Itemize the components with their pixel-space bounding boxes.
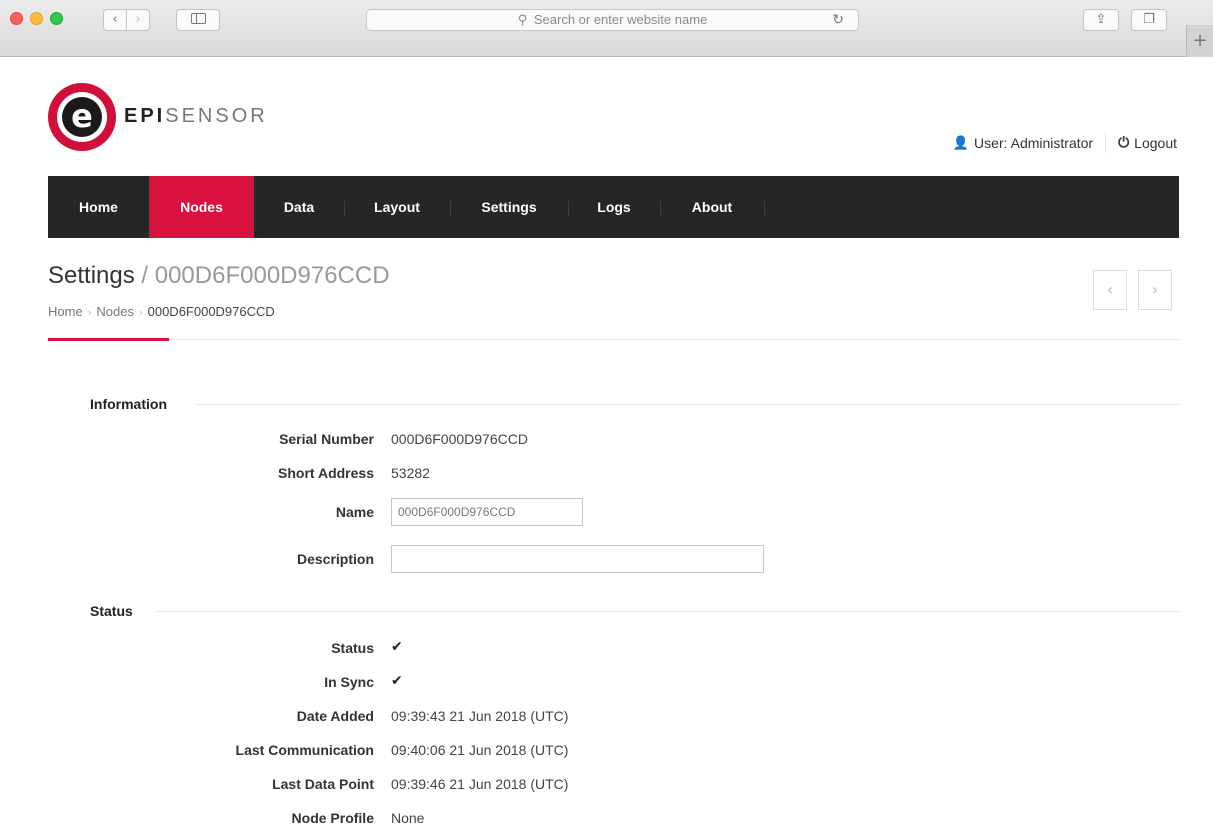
show-tabs-button[interactable]: ❐ [1131,9,1167,31]
address-bar[interactable]: ⚲ Search or enter website name ↻ [366,9,859,31]
breadcrumb: Home › Nodes › 000D6F000D976CCD [48,304,275,319]
user-label[interactable]: User: Administrator [974,135,1093,151]
name-label: Name [335,504,374,520]
title-divider [48,339,1179,340]
nav-item-home[interactable]: Home [48,176,149,238]
information-divider [196,404,1179,405]
nav-item-data[interactable]: Data [254,176,344,238]
status-heading: Status [90,603,133,619]
nav-item-settings[interactable]: Settings [450,176,568,238]
logout-link[interactable]: Logout [1134,135,1177,151]
node-profile-value: None [391,810,425,826]
chevron-left-icon: ‹ [1106,280,1114,299]
web-page: e EPISENSOR 👤 User: Administrator ⏻ Logo… [0,57,1213,839]
information-heading: Information [90,396,167,412]
user-bar: 👤 User: Administrator ⏻ Logout [953,133,1177,153]
show-sidebar-button[interactable] [176,9,220,31]
name-field[interactable] [391,498,583,526]
last-communication-value: 09:40:06 21 Jun 2018 (UTC) [391,742,569,758]
last-communication-label: Last Communication [235,742,374,758]
previous-node-button[interactable]: ‹ [1093,270,1127,310]
last-data-point-value: 09:39:46 21 Jun 2018 (UTC) [391,776,569,792]
user-icon: 👤 [952,135,970,151]
tabs-icon: ❐ [1143,12,1155,27]
next-node-button[interactable]: › [1138,270,1172,310]
nav-item-logs[interactable]: Logs [568,176,660,238]
description-field[interactable] [391,545,764,573]
share-icon: ⇪ [1095,12,1107,27]
main-nav: Home Nodes Data Layout Settings Logs Abo… [48,176,1179,238]
nav-item-layout[interactable]: Layout [344,176,450,238]
date-added-label: Date Added [296,708,374,724]
chevron-right-icon: › [135,12,141,27]
node-profile-label: Node Profile [291,810,374,826]
chevron-right-icon: › [1151,280,1159,299]
serial-number-label: Serial Number [279,431,374,447]
date-added-value: 09:39:43 21 Jun 2018 (UTC) [391,708,569,724]
in-sync-label: In Sync [324,674,374,690]
breadcrumb-current: 000D6F000D976CCD [147,304,275,319]
nav-item-nodes[interactable]: Nodes [149,176,254,238]
check-icon: ✔ [391,639,403,655]
browser-toolbar: ‹ › ⚲ Search or enter website name ↻ ⇪ ❐… [0,0,1213,57]
address-placeholder: Search or enter website name [533,12,708,27]
chevron-right-icon: › [138,307,143,319]
logo-wordmark: EPISENSOR [124,105,268,127]
page-subtitle: 000D6F000D976CCD [154,262,390,289]
status-divider [156,611,1179,612]
sidebar-icon [190,13,206,24]
short-address-label: Short Address [278,465,374,481]
last-data-point-label: Last Data Point [272,776,374,792]
new-tab-button[interactable]: + [1186,25,1213,57]
status-label: Status [331,640,374,656]
reload-icon[interactable]: ↻ [832,10,844,30]
close-window-button[interactable] [10,12,23,25]
search-icon: ⚲ [517,13,528,28]
page-title: Settings / 000D6F000D976CCD [48,262,390,289]
back-button[interactable]: ‹ [103,9,127,31]
title-accent-bar [48,338,169,341]
check-icon: ✔ [391,673,403,689]
breadcrumb-home[interactable]: Home [48,304,83,319]
chevron-right-icon: › [87,307,92,319]
short-address-value: 53282 [391,465,430,481]
logo-mark-icon: e [48,83,116,151]
minimize-window-button[interactable] [30,12,43,25]
nav-item-about[interactable]: About [660,176,764,238]
description-label: Description [296,551,374,567]
breadcrumb-nodes[interactable]: Nodes [96,304,134,319]
serial-number-value: 000D6F000D976CCD [391,431,528,447]
share-button[interactable]: ⇪ [1083,9,1119,31]
forward-button[interactable]: › [126,9,150,31]
chevron-left-icon: ‹ [112,12,118,27]
zoom-window-button[interactable] [50,12,63,25]
power-icon: ⏻ [1118,135,1130,151]
plus-icon: + [1192,30,1208,51]
